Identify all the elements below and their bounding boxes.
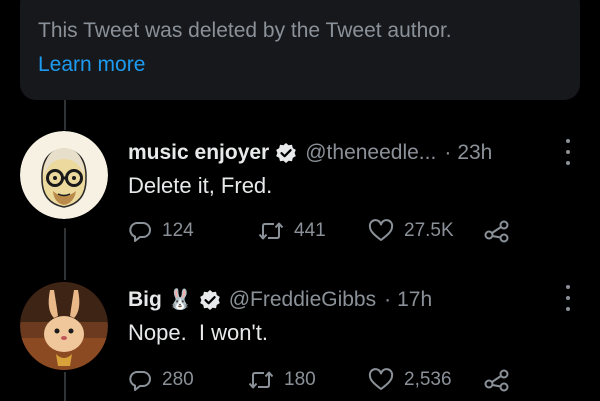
retweet-icon (258, 222, 284, 240)
timestamp[interactable]: 23h (457, 141, 492, 165)
heart-icon (368, 368, 394, 390)
reply-button[interactable]: 124 (128, 219, 194, 243)
verified-badge-icon (199, 289, 221, 311)
tweet-header: Big 🐰 @FreddieGibbs · 17h (128, 287, 432, 312)
handle[interactable]: @theneedle... (305, 141, 436, 165)
thread-line (64, 100, 66, 130)
like-button[interactable]: 2,536 (368, 368, 452, 392)
reply-count: 124 (162, 220, 194, 241)
reply-icon (129, 371, 151, 391)
tweet-text: Delete it, Fred. (128, 173, 273, 198)
tweet-header: music enjoyer @theneedle... · 23h (128, 141, 492, 165)
avatar[interactable] (20, 131, 108, 219)
tweet-text: Nope. I won't. (128, 320, 268, 345)
more-icon[interactable] (565, 139, 571, 165)
display-name[interactable]: music enjoyer (128, 141, 269, 165)
heart-icon (368, 219, 394, 241)
handle[interactable]: @FreddieGibbs (229, 288, 376, 312)
more-icon[interactable] (565, 285, 571, 311)
separator: · (444, 141, 452, 164)
like-count: 2,536 (404, 369, 452, 390)
avatar[interactable] (20, 282, 108, 370)
share-icon (484, 369, 509, 392)
name-emoji: 🐰 (167, 289, 193, 311)
reply-count: 280 (162, 369, 194, 390)
timestamp[interactable]: 17h (397, 288, 432, 312)
reply-button[interactable]: 280 (128, 368, 194, 392)
deleted-tweet-notice: This Tweet was deleted by the Tweet auth… (20, 0, 580, 100)
reply-icon (129, 222, 151, 242)
deleted-message: This Tweet was deleted by the Tweet auth… (38, 19, 452, 42)
share-button[interactable] (484, 219, 510, 243)
separator: · (384, 287, 392, 311)
like-count: 27.5K (404, 220, 454, 241)
retweet-button[interactable]: 180 (248, 368, 316, 392)
retweet-icon (248, 371, 274, 389)
like-button[interactable]: 27.5K (368, 219, 454, 243)
retweet-count: 441 (294, 220, 326, 241)
retweet-count: 180 (284, 369, 316, 390)
retweet-button[interactable]: 441 (258, 219, 326, 243)
display-name[interactable]: Big (128, 288, 162, 312)
thread-line (64, 372, 66, 401)
learn-more-link[interactable]: Learn more (38, 53, 145, 77)
share-icon (484, 220, 509, 243)
share-button[interactable] (484, 368, 510, 392)
verified-badge-icon (275, 142, 297, 164)
thread-line (64, 228, 66, 280)
